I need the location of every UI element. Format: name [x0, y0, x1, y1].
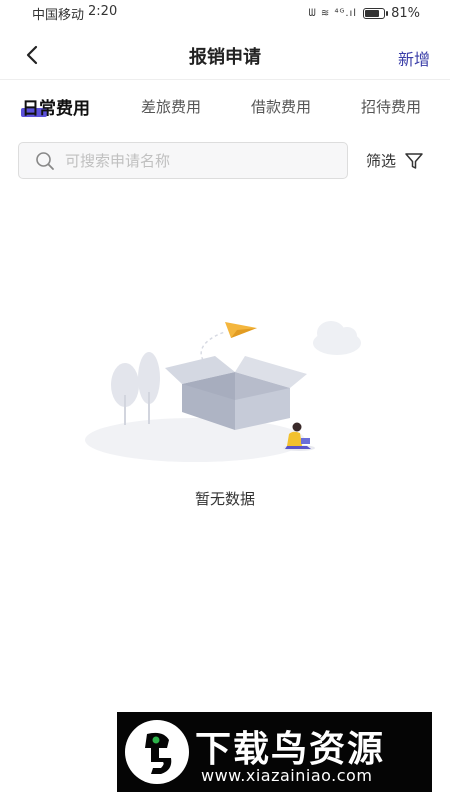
- signal-wifi-icon: ᗯ ≋ ⁴ᴳ.ıl: [308, 7, 358, 19]
- paper-plane-icon: [225, 322, 257, 338]
- tree-icon: [111, 352, 160, 425]
- ground-shadow: [85, 418, 305, 462]
- nav-bar: 报销申请 新增: [0, 32, 450, 80]
- filter-button[interactable]: 筛选: [366, 150, 424, 171]
- add-new-button[interactable]: 新增: [398, 46, 430, 70]
- status-time: 2:20: [88, 3, 118, 19]
- tab-entertainment-expense[interactable]: 招待费用: [361, 96, 421, 117]
- filter-funnel-icon: [405, 152, 423, 169]
- watermark-url: www.xiazainiao.com: [201, 766, 373, 785]
- battery-fill: [365, 9, 380, 17]
- carrier-name: 中国移动: [32, 7, 85, 23]
- filter-label: 筛选: [366, 152, 397, 170]
- search-row: 筛选: [0, 142, 450, 180]
- bird-logo-icon: [125, 720, 189, 784]
- expense-tabs: 日常费用 差旅费用 借款费用 招待费用: [0, 90, 450, 126]
- battery-percent: 81%: [391, 5, 420, 21]
- search-icon: [36, 152, 54, 170]
- tab-daily-expense[interactable]: 日常费用: [22, 94, 90, 119]
- tab-travel-expense[interactable]: 差旅费用: [141, 96, 201, 117]
- status-right: ᗯ ≋ ⁴ᴳ.ıl 81%: [309, 6, 421, 21]
- battery-icon: [363, 7, 389, 19]
- empty-box-illustration: [85, 321, 361, 462]
- empty-state-text: 暂无数据: [194, 490, 255, 508]
- flight-path: [200, 331, 226, 361]
- status-bar: 中国移动 2:20 ᗯ ≋ ⁴ᴳ.ıl 81%: [0, 0, 450, 26]
- cloud-icon: [313, 321, 361, 355]
- search-box[interactable]: [18, 142, 348, 179]
- page-title: 报销申请: [189, 47, 261, 68]
- watermark-title: 下载鸟资源: [195, 729, 386, 770]
- search-input[interactable]: [65, 143, 335, 178]
- watermark-banner: 下载鸟资源 www.xiazainiao.com: [117, 712, 432, 792]
- status-left: 中国移动 2:20: [32, 4, 117, 23]
- tab-loan-expense[interactable]: 借款费用: [251, 96, 311, 117]
